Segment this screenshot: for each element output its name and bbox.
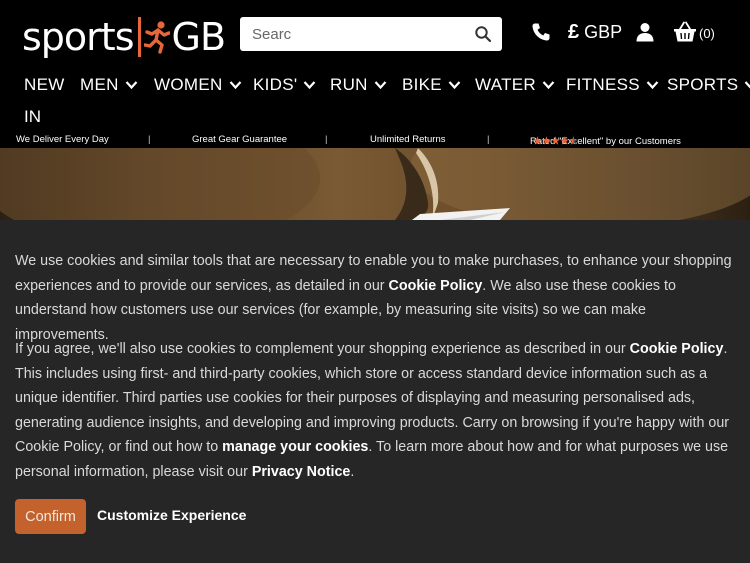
confirm-button[interactable]: Confirm bbox=[15, 499, 86, 534]
star-icon bbox=[551, 136, 560, 145]
chevron-down-icon bbox=[304, 81, 316, 90]
usp-separator: | bbox=[148, 134, 151, 145]
nav-item-kids[interactable]: KIDS' bbox=[253, 75, 316, 95]
nav-item-sports[interactable]: SPORTS bbox=[667, 75, 750, 95]
runner-icon bbox=[143, 21, 170, 54]
star-half-icon bbox=[569, 136, 578, 145]
nav-item-label: BIKE bbox=[402, 75, 442, 94]
nav-item-sports-in-wrap[interactable]: IN bbox=[24, 107, 41, 127]
site-header: sports GB £ GBP (0) bbox=[0, 0, 750, 70]
sportsgb-logo[interactable]: sports GB bbox=[22, 14, 227, 60]
cookie-paragraph-2: If you agree, we'll also use cookies to … bbox=[15, 337, 740, 484]
currency-code: GBP bbox=[584, 22, 623, 42]
chevron-down-icon bbox=[229, 81, 241, 90]
usp-delivery: We Deliver Every Day bbox=[16, 134, 109, 145]
logo-text-sports: sports bbox=[22, 15, 134, 59]
usp-separator: | bbox=[487, 134, 490, 145]
manage-cookies-link[interactable]: manage your cookies bbox=[222, 439, 368, 455]
basket-button[interactable]: (0) bbox=[673, 21, 715, 43]
nav-item-men[interactable]: MEN bbox=[80, 75, 138, 95]
user-icon[interactable] bbox=[636, 22, 654, 42]
nav-item-label: KIDS' bbox=[253, 75, 298, 94]
cookie-policy-link[interactable]: Cookie Policy bbox=[389, 278, 483, 294]
cookie-banner: We use cookies and similar tools that ar… bbox=[0, 220, 750, 563]
star-icon bbox=[542, 136, 551, 145]
currency-symbol: £ bbox=[568, 21, 580, 43]
chevron-down-icon bbox=[448, 81, 461, 90]
nav-item-bike[interactable]: BIKE bbox=[402, 75, 461, 95]
nav-item-label: SPORTS bbox=[667, 75, 739, 94]
nav-item-label: MEN bbox=[80, 75, 119, 94]
chevron-down-icon bbox=[646, 81, 659, 90]
chevron-down-icon bbox=[542, 81, 555, 90]
usp-guarantee: Great Gear Guarantee bbox=[192, 134, 288, 145]
main-nav: NEW MEN WOMEN KIDS' RUN BIKE WATER FITNE… bbox=[0, 70, 750, 132]
nav-item-run[interactable]: RUN bbox=[330, 75, 387, 95]
nav-item-label: FITNESS bbox=[566, 75, 640, 94]
hero-image bbox=[0, 148, 750, 220]
chevron-down-icon bbox=[745, 81, 750, 89]
search-box bbox=[240, 17, 502, 51]
cookie-policy-link[interactable]: Cookie Policy bbox=[630, 341, 724, 357]
nav-item-label: WOMEN bbox=[154, 75, 223, 94]
basket-icon bbox=[674, 21, 696, 42]
star-icon bbox=[533, 136, 542, 145]
nav-item-label: WATER bbox=[475, 75, 536, 94]
search-input[interactable] bbox=[240, 17, 460, 51]
search-icon[interactable] bbox=[474, 25, 492, 43]
usp-separator: | bbox=[325, 134, 328, 145]
usp-bar: We Deliver Every Day | Great Gear Guaran… bbox=[0, 132, 750, 148]
hero-photo bbox=[0, 148, 750, 220]
nav-item-new[interactable]: NEW bbox=[24, 75, 65, 95]
basket-count: (0) bbox=[699, 26, 715, 41]
currency-selector[interactable]: £ GBP bbox=[568, 21, 622, 44]
cookie-text: . bbox=[350, 463, 355, 480]
customize-experience-button[interactable]: Customize Experience bbox=[97, 507, 246, 523]
chevron-down-icon bbox=[125, 81, 138, 90]
logo-divider bbox=[137, 17, 141, 57]
phone-icon[interactable] bbox=[531, 22, 551, 42]
cookie-text: If you agree, we'll also use cookies to … bbox=[15, 341, 630, 357]
nav-item-label: RUN bbox=[330, 75, 368, 94]
nav-item-women[interactable]: WOMEN bbox=[154, 75, 242, 95]
nav-item-fitness[interactable]: FITNESS bbox=[566, 75, 659, 95]
privacy-notice-link[interactable]: Privacy Notice bbox=[252, 464, 351, 480]
star-icon bbox=[560, 136, 569, 145]
logo-text-gb: GB bbox=[171, 15, 227, 59]
chevron-down-icon bbox=[374, 81, 387, 90]
rating-stars bbox=[533, 136, 578, 145]
nav-item-water[interactable]: WATER bbox=[475, 75, 555, 95]
nav-item-label: NEW bbox=[24, 75, 65, 94]
cookie-text: . This includes using first- and third-p… bbox=[15, 341, 730, 455]
usp-returns: Unlimited Returns bbox=[370, 134, 446, 145]
cookie-paragraph-1: We use cookies and similar tools that ar… bbox=[15, 249, 740, 347]
